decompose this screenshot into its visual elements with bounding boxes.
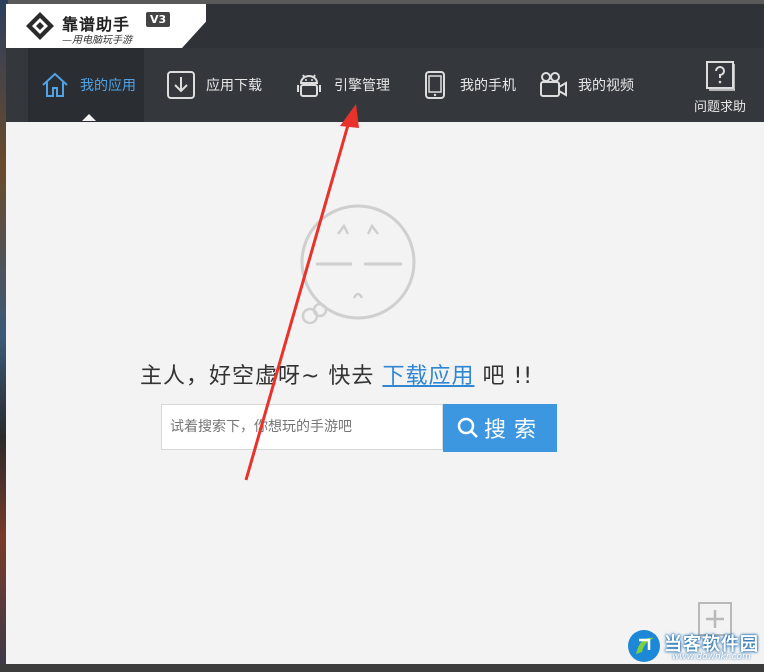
- nav-item-app-download[interactable]: 应用下载: [166, 48, 262, 122]
- nav-item-my-videos[interactable]: 我的视频: [538, 48, 634, 122]
- download-apps-link[interactable]: 下载应用: [382, 364, 474, 389]
- desktop-taskbar: [0, 664, 764, 672]
- search-icon: [457, 417, 478, 438]
- nav-item-my-apps[interactable]: 我的应用: [28, 48, 144, 122]
- empty-message-prefix: 主人，好空虚呀~ 快去: [140, 364, 375, 389]
- plus-icon: [706, 610, 724, 628]
- watermark-logo-icon: [628, 630, 660, 662]
- empty-state-message: 主人，好空虚呀~ 快去 下载应用 吧 !!: [140, 358, 533, 390]
- nav-label-app-download: 应用下载: [206, 78, 262, 94]
- sad-face-icon: [300, 204, 416, 324]
- phone-icon: [425, 71, 445, 99]
- app-version-badge: V3: [146, 12, 171, 27]
- video-camera-icon: [540, 72, 567, 97]
- active-tab-caret: [82, 114, 96, 121]
- search-bar: 搜索: [161, 404, 557, 452]
- help-label: 问题求助: [693, 100, 746, 115]
- nav-label-my-phone: 我的手机: [460, 78, 516, 94]
- title-bar[interactable]: 靠谱助手 V3 —用电脑玩手游: [6, 4, 764, 48]
- download-icon: [167, 71, 195, 99]
- main-nav: 我的应用 应用下载 引擎管理 我的手机 我的视频 问题求助: [6, 48, 764, 122]
- nav-item-engine-manager[interactable]: 引擎管理: [294, 48, 390, 122]
- search-input[interactable]: [161, 404, 443, 450]
- android-icon: [297, 74, 321, 97]
- nav-label-my-apps: 我的应用: [80, 78, 136, 94]
- help-button[interactable]: 问题求助: [688, 60, 752, 115]
- home-icon: [42, 72, 68, 97]
- app-window: 靠谱助手 V3 —用电脑玩手游 我的应用 应用下载 引擎管理 我的手机 我的视频…: [6, 4, 764, 664]
- nav-label-engine-manager: 引擎管理: [334, 78, 390, 94]
- search-button-label: 搜索: [483, 418, 544, 443]
- nav-label-my-videos: 我的视频: [578, 78, 634, 94]
- question-mark-icon: [706, 61, 735, 91]
- empty-message-suffix: 吧 !!: [482, 364, 534, 389]
- app-logo-icon: [26, 12, 54, 40]
- search-button[interactable]: 搜索: [443, 404, 557, 452]
- logo-tab: 靠谱助手 V3 —用电脑玩手游: [6, 4, 206, 48]
- nav-item-my-phone[interactable]: 我的手机: [420, 48, 516, 122]
- watermark-url: www.downkr.com: [672, 652, 751, 662]
- app-tagline: —用电脑玩手游: [62, 35, 132, 46]
